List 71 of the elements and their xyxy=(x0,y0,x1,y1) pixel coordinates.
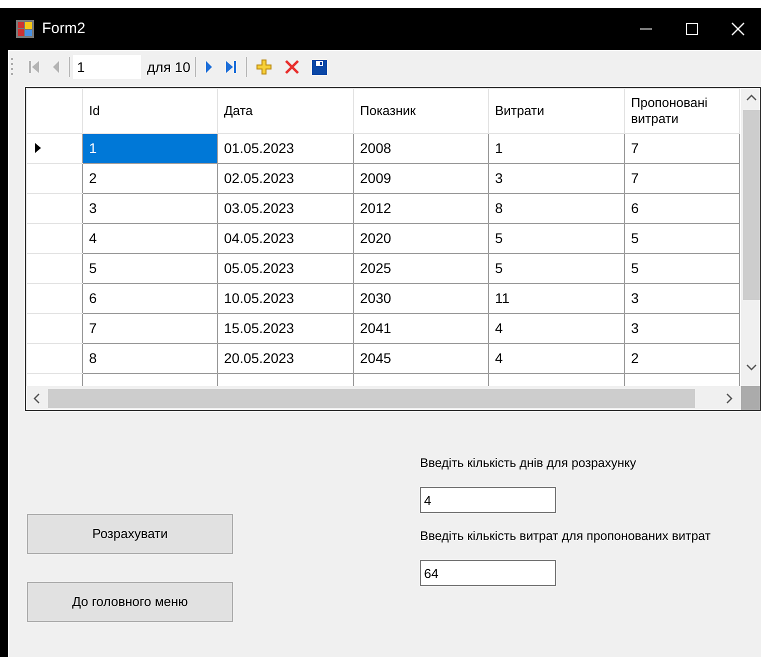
grip-icon xyxy=(10,56,14,78)
column-header[interactable]: Id xyxy=(82,88,218,134)
table-cell[interactable]: 3 xyxy=(624,314,740,344)
table-cell[interactable]: 2025 xyxy=(354,254,488,284)
maximize-icon xyxy=(686,23,698,35)
table-cell[interactable]: 2030 xyxy=(354,284,488,314)
vertical-scrollbar[interactable] xyxy=(741,88,760,386)
table-cell[interactable]: 4 xyxy=(82,224,218,254)
table-cell[interactable]: 04.05.2023 xyxy=(218,224,354,254)
scroll-right-icon xyxy=(726,393,733,404)
scroll-left-icon xyxy=(33,393,40,404)
table-cell[interactable]: 01.05.2023 xyxy=(218,134,354,164)
table-cell[interactable]: 15.05.2023 xyxy=(218,314,354,344)
next-record-icon xyxy=(205,60,214,74)
table-cell[interactable]: 8 xyxy=(488,194,624,224)
record-count: для 10 xyxy=(147,58,192,77)
table-cell[interactable]: 02.05.2023 xyxy=(218,164,354,194)
table-cell[interactable]: 2 xyxy=(624,344,740,374)
input-field[interactable]: 64 xyxy=(420,560,556,586)
window-title: Form2 xyxy=(42,18,86,39)
table-cell[interactable]: 2012 xyxy=(354,194,488,224)
close-icon xyxy=(731,22,745,36)
table-cell[interactable]: 2008 xyxy=(354,134,488,164)
scroll-down-icon xyxy=(746,364,757,371)
table-cell[interactable]: 03.05.2023 xyxy=(218,194,354,224)
table-cell[interactable]: 7 xyxy=(82,314,218,344)
table-cell[interactable]: 8 xyxy=(82,344,218,374)
table-cell[interactable]: 2009 xyxy=(354,164,488,194)
save-icon xyxy=(312,60,328,74)
previous-record-icon xyxy=(52,60,60,74)
table-cell[interactable]: 3 xyxy=(624,284,740,314)
column-header[interactable]: Пропоновані витрати xyxy=(624,88,740,134)
table-cell[interactable]: 1 xyxy=(82,134,218,164)
table-cell[interactable]: 3 xyxy=(82,194,218,224)
table-cell[interactable]: 5 xyxy=(488,224,624,254)
last-record-icon xyxy=(225,60,238,74)
table-cell[interactable]: 1 xyxy=(488,134,624,164)
column-header[interactable]: Показник xyxy=(354,88,488,134)
table-cell[interactable]: 5 xyxy=(82,254,218,284)
table-cell[interactable]: 2041 xyxy=(354,314,488,344)
field-label: Введіть кількість днів для розрахунку xyxy=(420,455,638,472)
delete-icon xyxy=(284,59,300,75)
app-icon xyxy=(16,20,34,38)
action-button[interactable]: Розрахувати xyxy=(27,514,233,554)
table-cell[interactable]: 4 xyxy=(488,314,624,344)
scroll-up-icon xyxy=(746,94,757,101)
table-cell[interactable]: 4 xyxy=(488,344,624,374)
table-cell[interactable]: 6 xyxy=(624,194,740,224)
horizontal-scrollbar[interactable] xyxy=(26,386,741,410)
table-cell[interactable]: 5 xyxy=(624,224,740,254)
table-cell[interactable]: 5 xyxy=(624,254,740,284)
table-cell[interactable]: 11 xyxy=(488,284,624,314)
table-cell[interactable]: 2045 xyxy=(354,344,488,374)
table-cell[interactable]: 20.05.2023 xyxy=(218,344,354,374)
table-cell[interactable]: 7 xyxy=(624,134,740,164)
table-cell[interactable]: 2020 xyxy=(354,224,488,254)
field-label: Введіть кількість витрат для пропонованих витрат xyxy=(420,528,711,545)
action-button[interactable]: До головного меню xyxy=(27,582,233,622)
input-field[interactable]: 4 xyxy=(420,487,556,513)
first-record-icon xyxy=(28,60,40,74)
table-cell[interactable]: 5 xyxy=(488,254,624,284)
plus-icon xyxy=(256,59,272,75)
table-cell[interactable]: 05.05.2023 xyxy=(218,254,354,284)
table-cell[interactable]: 2 xyxy=(82,164,218,194)
table-cell[interactable]: 6 xyxy=(82,284,218,314)
table-cell[interactable]: 7 xyxy=(624,164,740,194)
column-header[interactable]: Дата xyxy=(218,88,354,134)
position-field[interactable]: 1 xyxy=(73,55,141,79)
table-cell[interactable]: 10.05.2023 xyxy=(218,284,354,314)
table-cell[interactable]: 3 xyxy=(488,164,624,194)
column-header[interactable]: Витрати xyxy=(488,88,624,134)
